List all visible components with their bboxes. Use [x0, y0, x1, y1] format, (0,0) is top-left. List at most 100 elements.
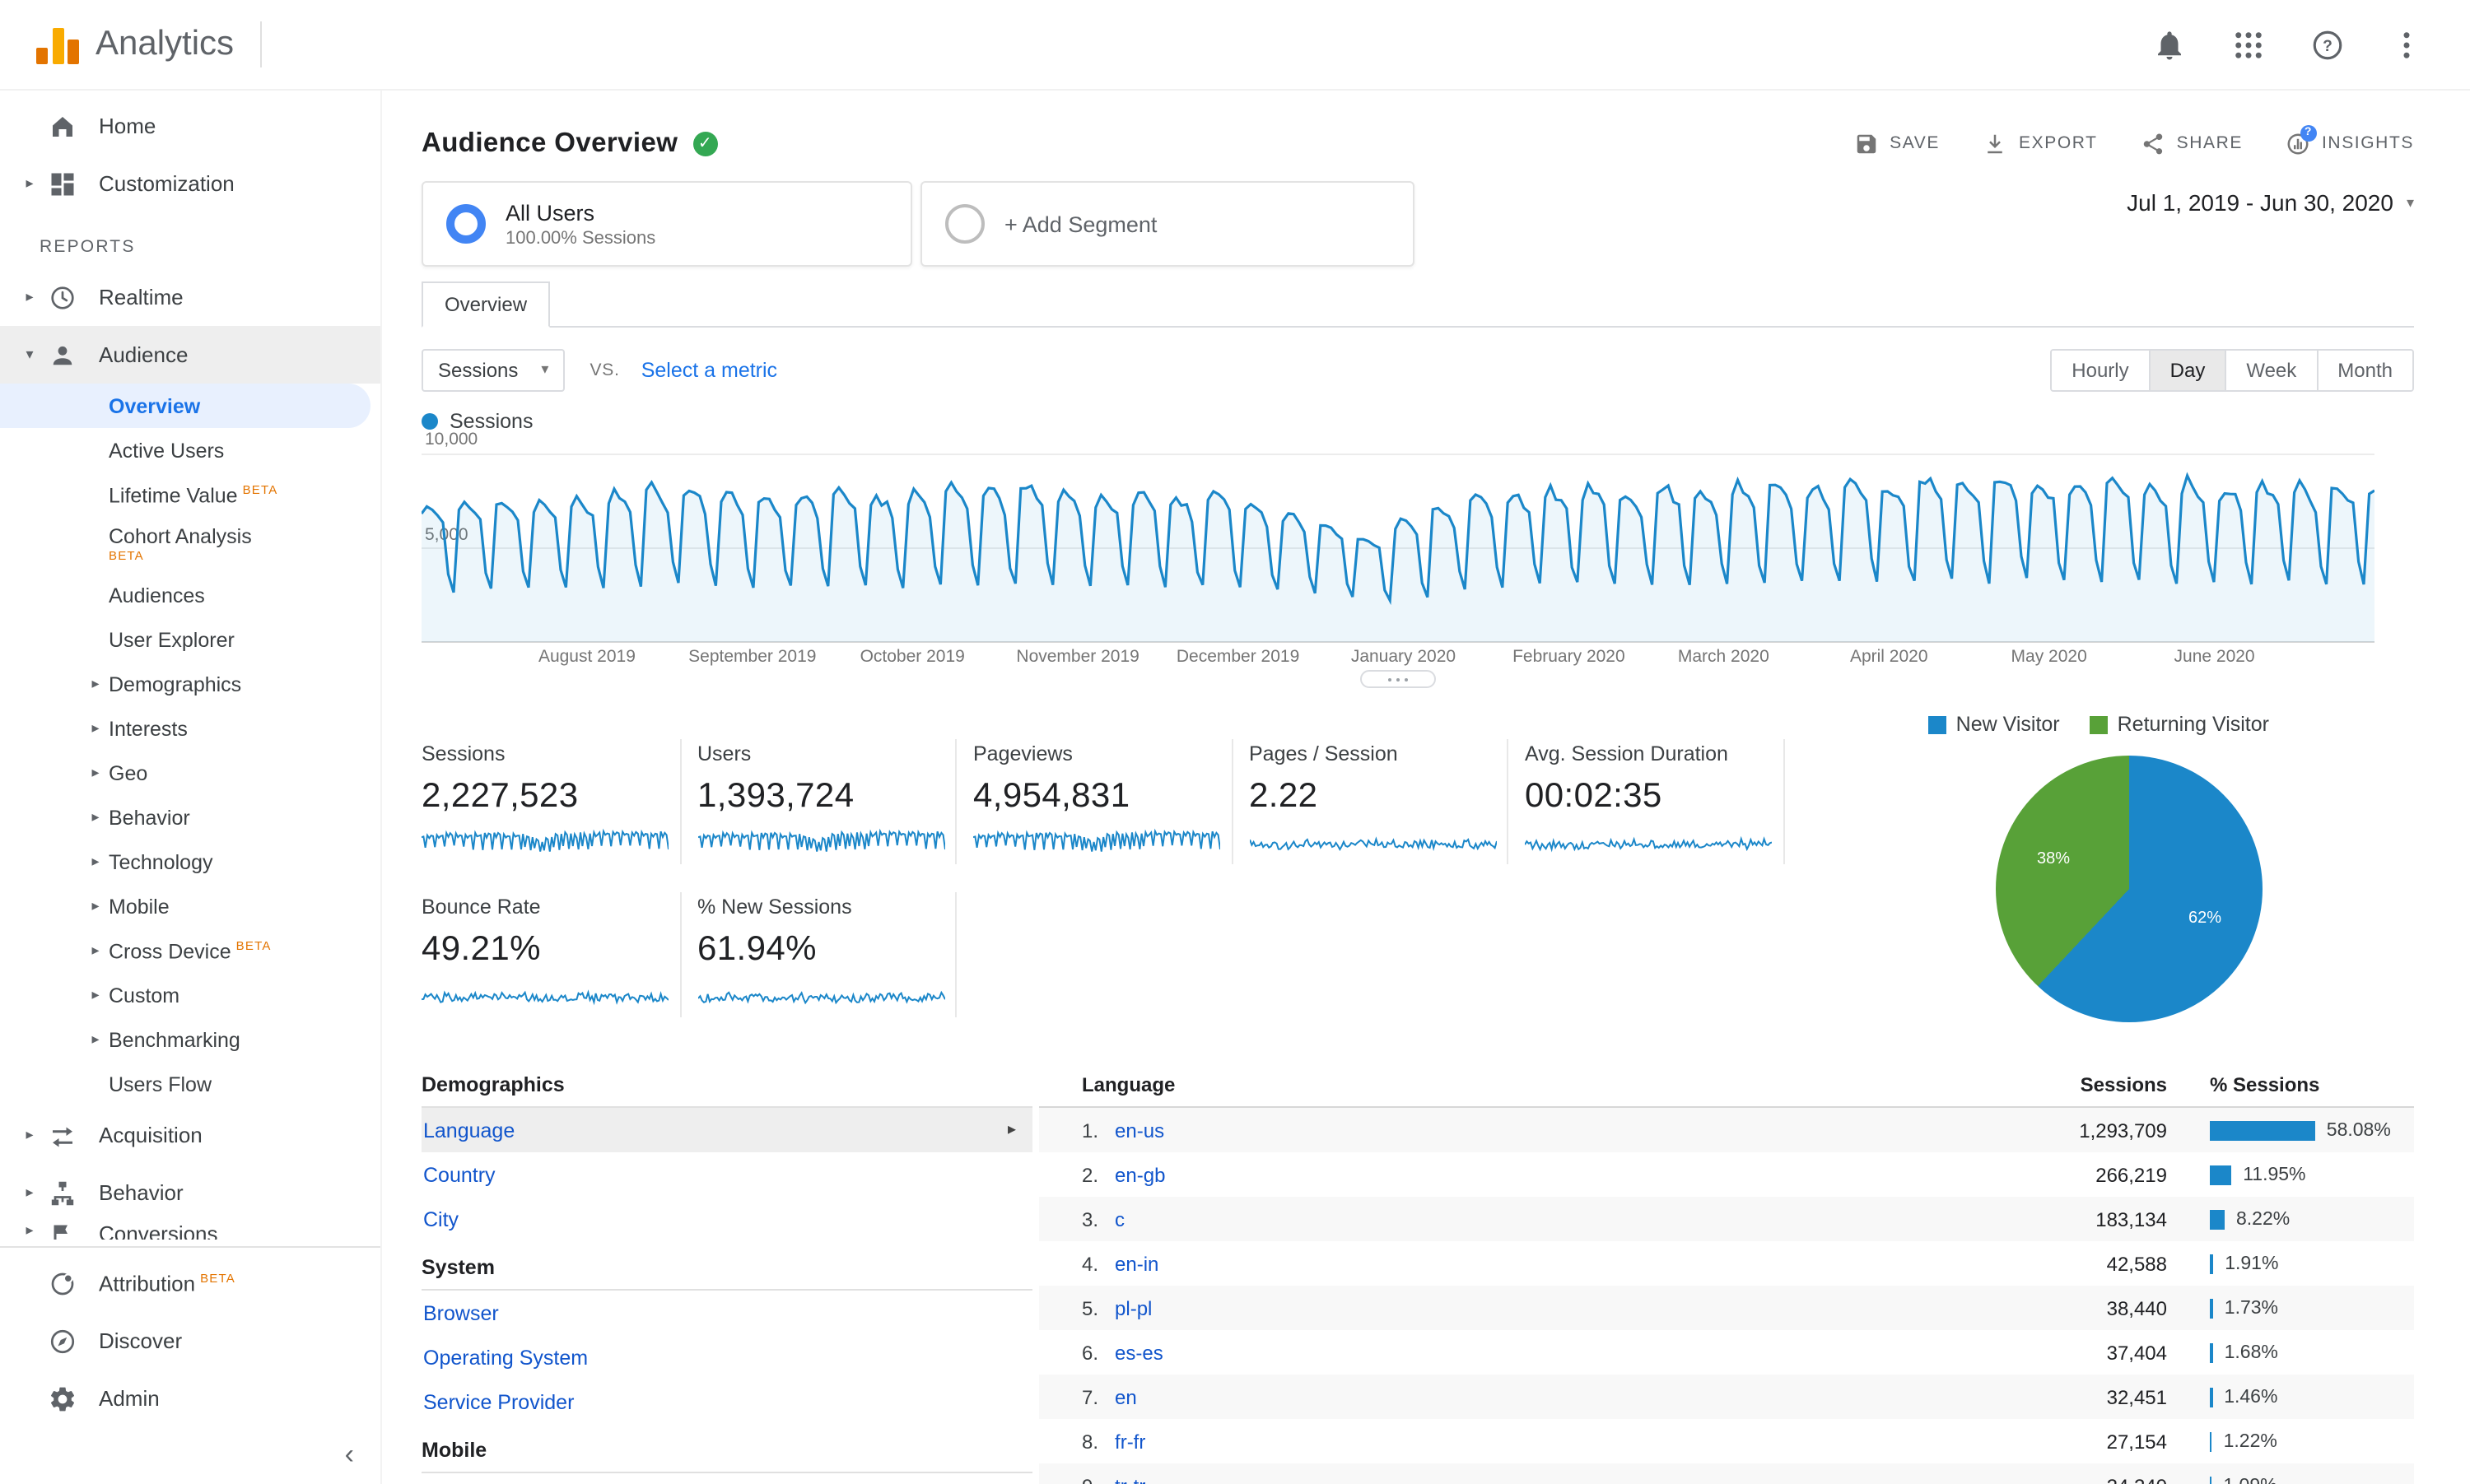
pie-slice-label-new-visitor: 62% — [2188, 909, 2222, 928]
granularity-day[interactable]: Day — [2148, 350, 2225, 389]
select-metric-link[interactable]: Select a metric — [641, 358, 777, 381]
sidebar-item-mobile[interactable]: ▸ Mobile — [0, 884, 380, 928]
sidebar-item-behavior[interactable]: ▸ Behavior — [0, 1164, 380, 1221]
explorer-item-system-service-provider[interactable]: Service Provider — [422, 1379, 1032, 1424]
chevron-right-icon[interactable]: ▸ — [16, 1221, 43, 1240]
granularity-month[interactable]: Month — [2316, 350, 2412, 389]
share-button[interactable]: SHARE — [2141, 131, 2243, 156]
sidebar-item-discover[interactable]: Discover — [0, 1312, 380, 1370]
chevron-right-icon[interactable]: ▸ — [86, 853, 105, 871]
tab-overview[interactable]: Overview — [422, 281, 551, 328]
sidebar-item-cross-device[interactable]: ▸ Cross Device BETA — [0, 928, 380, 973]
sidebar-item-conversions[interactable]: ▸ Conversions — [0, 1221, 380, 1240]
sidebar-item-overview[interactable]: Overview — [0, 384, 370, 428]
chevron-right-icon[interactable]: ▸ — [86, 764, 105, 782]
help-icon[interactable]: ? — [2310, 27, 2345, 62]
chevron-right-icon[interactable]: ▸ — [86, 1030, 105, 1049]
explorer-item-mobile-operating-system[interactable]: Operating System — [422, 1473, 1032, 1484]
x-axis-label: October 2019 — [860, 647, 965, 667]
metric-select-dropdown[interactable]: Sessions ▾ — [422, 348, 566, 391]
chevron-right-icon[interactable]: ▸ — [86, 942, 105, 960]
explorer-item-demographics-country[interactable]: Country — [422, 1152, 1032, 1197]
add-segment-button[interactable]: + Add Segment — [920, 181, 1414, 267]
metric-card-bounce-rate[interactable]: Bounce Rate 49.21% — [422, 889, 697, 1042]
sidebar-item-acquisition[interactable]: ▸ Acquisition — [0, 1106, 380, 1164]
sidebar-item-attribution[interactable]: Attribution BETA — [0, 1254, 380, 1312]
insights-button[interactable]: INSIGHTS? — [2286, 124, 2414, 156]
explorer-item-system-browser[interactable]: Browser — [422, 1291, 1032, 1335]
granularity-week[interactable]: Week — [2225, 350, 2317, 389]
metric-card-pageviews[interactable]: Pageviews 4,954,831 — [973, 736, 1249, 889]
date-range-picker[interactable]: Jul 1, 2019 - Jun 30, 2020 ▾ — [2127, 189, 2414, 216]
more-vert-icon[interactable] — [2389, 27, 2424, 62]
metric-card-new-sessions[interactable]: % New Sessions 61.94% — [697, 889, 973, 1042]
visitors-pie[interactable]: 62% 38% — [1996, 756, 2263, 1022]
column-header-sessions[interactable]: Sessions — [1925, 1073, 2188, 1096]
chevron-right-icon[interactable]: ▸ — [86, 675, 105, 693]
language-link[interactable]: es-es — [1115, 1341, 1163, 1364]
sidebar-item-demographics[interactable]: ▸ Demographics — [0, 662, 380, 706]
sidebar-item-label: Home — [99, 114, 156, 138]
sidebar-item-audience[interactable]: ▾ Audience — [0, 326, 380, 384]
sidebar-item-custom[interactable]: ▸ Custom — [0, 973, 380, 1017]
sidebar-item-geo[interactable]: ▸ Geo — [0, 751, 380, 795]
sidebar-item-behavior[interactable]: ▸ Behavior — [0, 795, 380, 840]
sidebar-item-customization[interactable]: ▸ Customization — [0, 155, 380, 212]
chevron-right-icon[interactable]: ▸ — [86, 808, 105, 826]
sidebar-item-lifetime-value[interactable]: Lifetime Value BETA — [0, 472, 380, 517]
analytics-home-link[interactable]: Analytics — [0, 25, 234, 64]
language-link[interactable]: tr-tr — [1115, 1474, 1145, 1484]
language-link[interactable]: en-gb — [1115, 1163, 1165, 1186]
chevron-right-icon[interactable]: ▸ — [86, 986, 105, 1004]
sidebar-item-active-users[interactable]: Active Users — [0, 428, 380, 472]
chevron-right-icon[interactable]: ▸ — [86, 719, 105, 737]
sidebar-item-benchmarking[interactable]: ▸ Benchmarking — [0, 1017, 380, 1062]
language-link[interactable]: en-us — [1115, 1119, 1164, 1142]
chevron-right-icon[interactable]: ▸ — [16, 1126, 43, 1144]
segment-all-users[interactable]: All Users 100.00% Sessions — [422, 181, 912, 267]
metric-card-avg-session-duration[interactable]: Avg. Session Duration 00:02:35 — [1525, 736, 1801, 889]
explorer-item-system-operating-system[interactable]: Operating System — [422, 1335, 1032, 1379]
sidebar-nav: Home ▸ Customization REPORTS ▸ Realtime ▾ Audie… — [0, 97, 380, 1427]
sessions-chart[interactable] — [422, 453, 2374, 644]
row-rank: 3. — [1082, 1207, 1099, 1230]
notifications-icon[interactable] — [2152, 27, 2187, 62]
chevron-right-icon[interactable]: ▸ — [86, 897, 105, 915]
table-row-en-us: 1. en-us 1,293,709 58.08% — [1039, 1108, 2414, 1152]
language-link[interactable]: en-in — [1115, 1252, 1158, 1275]
granularity-hourly[interactable]: Hourly — [2052, 350, 2149, 389]
language-link[interactable]: c — [1115, 1207, 1125, 1230]
language-link[interactable]: pl-pl — [1115, 1296, 1152, 1319]
column-header-language[interactable]: Language — [1039, 1073, 1925, 1096]
sidebar-item-users-flow[interactable]: Users Flow — [0, 1062, 380, 1106]
chevron-down-icon[interactable]: ▾ — [16, 346, 43, 364]
export-button[interactable]: EXPORT — [1983, 131, 2098, 156]
sidebar-item-realtime[interactable]: ▸ Realtime — [0, 268, 380, 326]
sidebar-item-technology[interactable]: ▸ Technology — [0, 840, 380, 884]
add-segment-label: + Add Segment — [1004, 212, 1158, 236]
sidebar-item-user-explorer[interactable]: User Explorer — [0, 617, 380, 662]
sidebar-collapse-button[interactable]: ‹ — [345, 1439, 354, 1472]
chart-range-scrubber[interactable] — [1360, 670, 1436, 688]
sidebar-item-cohort-analysis[interactable]: Cohort Analysis BETA — [0, 517, 380, 573]
row-rank: 6. — [1082, 1341, 1099, 1364]
metric-card-pages-session[interactable]: Pages / Session 2.22 — [1249, 736, 1525, 889]
language-link[interactable]: fr-fr — [1115, 1430, 1145, 1453]
sidebar-item-admin[interactable]: Admin — [0, 1370, 380, 1427]
metric-card-sessions[interactable]: Sessions 2,227,523 — [422, 736, 697, 889]
chevron-right-icon[interactable]: ▸ — [16, 288, 43, 306]
chevron-right-icon[interactable]: ▸ — [16, 174, 43, 193]
sidebar-item-audiences[interactable]: Audiences — [0, 573, 380, 617]
explorer-item-demographics-language[interactable]: Language ▸ — [422, 1108, 1032, 1152]
app-root: Analytics ? Home ▸ Customization REPORTS ▸ Re… — [0, 0, 2470, 1484]
save-button[interactable]: SAVE — [1853, 131, 1940, 156]
apps-grid-icon[interactable] — [2231, 27, 2266, 62]
metric-card-users[interactable]: Users 1,393,724 — [697, 736, 973, 889]
sidebar-item-interests[interactable]: ▸ Interests — [0, 706, 380, 751]
column-header-pct-sessions[interactable]: % Sessions — [2188, 1073, 2414, 1096]
chevron-right-icon[interactable]: ▸ — [16, 1184, 43, 1202]
sidebar-item-home[interactable]: Home — [0, 97, 380, 155]
sidebar-section-label: REPORTS — [40, 237, 136, 257]
explorer-item-demographics-city[interactable]: City — [422, 1197, 1032, 1241]
language-link[interactable]: en — [1115, 1385, 1137, 1408]
